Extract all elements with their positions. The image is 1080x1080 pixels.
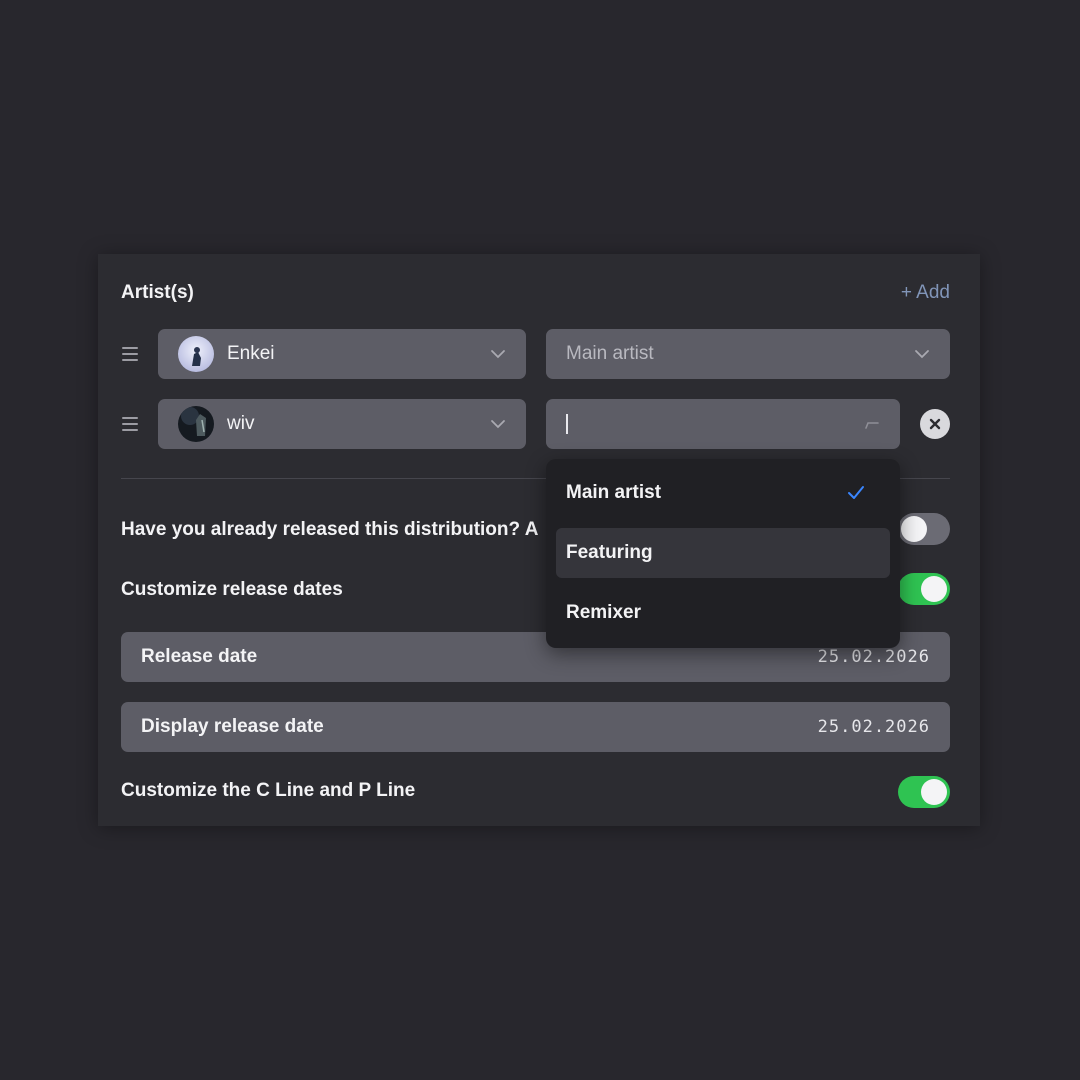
customize-dates-label: Customize release dates [121,579,343,600]
customize-dates-toggle[interactable] [898,573,950,605]
artist-select-1[interactable]: Enkei [158,329,526,379]
artist-name: wiv [227,413,255,434]
role-option-remixer[interactable]: Remixer [556,588,890,638]
already-released-toggle[interactable] [898,513,950,545]
customize-lines-label: Customize the C Line and P Line [121,780,416,801]
option-label: Featuring [566,542,653,563]
section-title: Artist(s) [121,282,194,303]
add-artist-button[interactable]: + Add [901,282,950,304]
release-date-value: 25.02.2026 [817,647,930,667]
drag-handle-icon[interactable] [122,417,138,431]
chevron-up-icon [865,422,879,429]
role-select-1[interactable]: Main artist [546,329,950,379]
customize-lines-toggle[interactable] [898,776,950,808]
text-cursor [566,414,568,434]
option-label: Main artist [566,482,662,503]
role-placeholder: Main artist [566,343,654,364]
chevron-down-icon [915,350,929,359]
role-option-featuring[interactable]: Featuring [556,528,890,578]
avatar [178,336,214,372]
chevron-down-icon [491,420,505,429]
close-icon [929,418,941,430]
checkmark-icon [848,486,864,499]
display-date-field[interactable]: Display release date 25.02.2026 [121,702,950,752]
already-released-label: Have you already released this distribut… [121,519,539,540]
drag-handle-icon[interactable] [122,347,138,361]
release-date-label: Release date [141,646,258,667]
display-date-value: 25.02.2026 [817,717,930,737]
avatar [178,406,214,442]
role-option-main-artist[interactable]: Main artist [556,468,890,518]
role-dropdown-menu: Main artist Featuring Remixer [546,459,900,648]
chevron-down-icon [491,350,505,359]
option-label: Remixer [566,602,641,623]
artist-select-2[interactable]: wiv [158,399,526,449]
display-date-label: Display release date [141,716,324,737]
remove-artist-button[interactable] [920,409,950,439]
artist-name: Enkei [227,343,275,364]
role-input-2[interactable] [546,399,900,449]
